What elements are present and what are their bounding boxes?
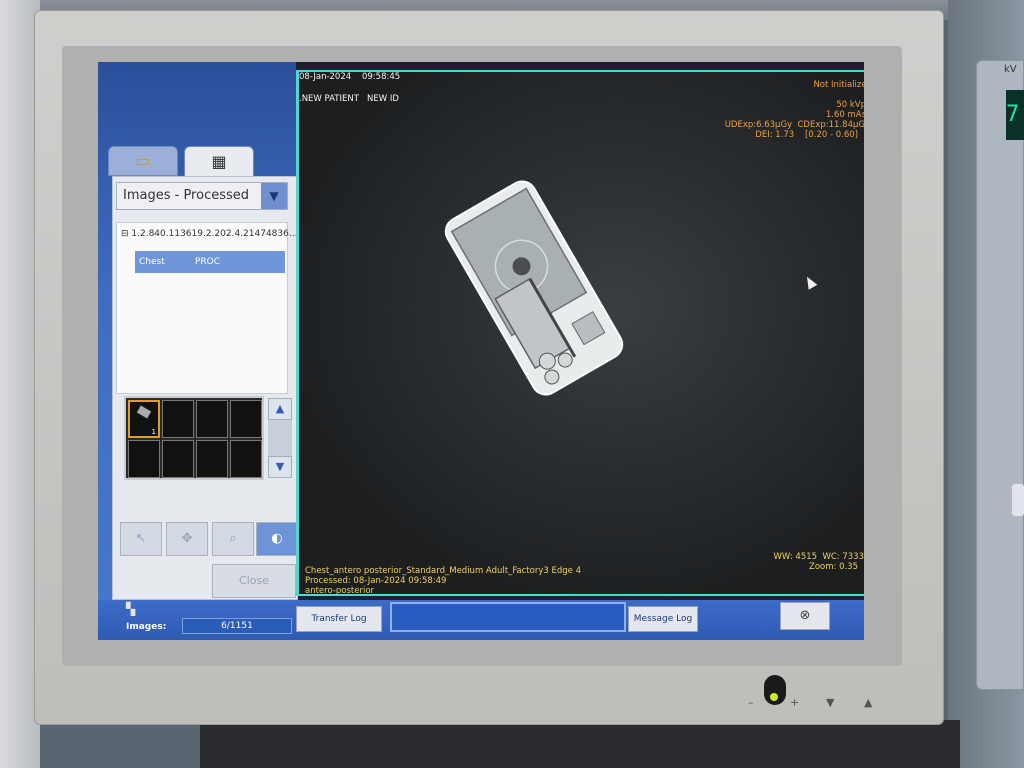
thumbnail-slot[interactable] xyxy=(162,400,194,438)
thumbnail-grid: 1 xyxy=(124,396,264,480)
brightness-down-button[interactable]: – xyxy=(748,696,754,709)
select-tool-button[interactable]: ↖ xyxy=(120,522,162,556)
message-log-button[interactable]: Message Log xyxy=(628,606,698,632)
thumbnail-index: 1 xyxy=(151,428,156,436)
thumbnail-1[interactable]: 1 xyxy=(128,400,160,438)
study-tree: ⊟ 1.2.840.113619.2.202.4.21474836... Che… xyxy=(116,222,297,394)
arrow-down-icon: ▼ xyxy=(275,460,285,473)
thumbnail-slot[interactable] xyxy=(128,440,160,478)
images-count-value: 6/1151 xyxy=(182,618,292,634)
status-message-field xyxy=(390,602,626,632)
dei-values: DEI: 1.73 [0.20 - 0.60] xyxy=(755,130,858,141)
detector-status: Not Initialized xyxy=(813,80,864,90)
scroll-down-button[interactable]: ▼ xyxy=(268,456,292,478)
xray-image xyxy=(444,180,624,396)
dei-range: [0.20 - 0.60] xyxy=(805,130,858,140)
dropdown-value: Images - Processed xyxy=(123,188,250,203)
equipment-side-box xyxy=(976,60,1024,690)
grid-view-icon: ▦ xyxy=(211,152,227,171)
images-count-label: Images: xyxy=(126,622,167,632)
transfer-log-button[interactable]: Transfer Log xyxy=(296,606,382,632)
thumbnail-image xyxy=(136,405,152,419)
mouse-cursor xyxy=(802,274,818,290)
power-led xyxy=(770,693,778,701)
series-body-part: Chest xyxy=(139,257,165,267)
scroll-up-button[interactable]: ▲ xyxy=(268,398,292,420)
exam-date-time: 08-Jan-2024 09:58:45 xyxy=(299,72,400,83)
study-node[interactable]: ⊟ 1.2.840.113619.2.202.4.21474836... xyxy=(121,229,297,239)
exam-date: 08-Jan-2024 xyxy=(299,72,352,82)
menu-up-button[interactable]: ▲ xyxy=(864,696,872,709)
app-icon: ▚ xyxy=(126,602,136,616)
udexp-value: UDExp:6.63µGy xyxy=(724,120,793,130)
pan-tool-button[interactable]: ✥ xyxy=(166,522,208,556)
cdexp-value: CDExp:11.84µGy xyxy=(797,120,865,130)
film-strip-icon: ▭ xyxy=(135,151,151,170)
dei-value: DEI: 1.73 xyxy=(755,130,795,140)
arrow-up-icon: ▲ xyxy=(275,402,285,415)
left-panel: ▭ ▦ Images - Processed ▼ ⊟ 1.2.840.11361… xyxy=(98,62,298,640)
equipment-knob xyxy=(1012,484,1024,516)
tab-images[interactable]: ▭ xyxy=(108,146,178,176)
brightness-up-button[interactable]: + xyxy=(790,696,799,709)
magnify-icon: ⌕ xyxy=(229,531,237,546)
contrast-tool-button[interactable]: ◐ xyxy=(256,522,298,556)
desk-surface xyxy=(200,720,960,768)
series-type: PROC xyxy=(195,257,221,267)
patient-name: .NEW PATIENT xyxy=(299,94,359,104)
image-toolbar: ↖ ✥ ⌕ ◐ xyxy=(120,522,298,556)
tab-grid-view[interactable]: ▦ xyxy=(184,146,254,178)
window-center: WC: 7333 xyxy=(822,552,864,562)
view-label: antero-posterior xyxy=(305,586,375,596)
menu-down-button[interactable]: ▼ xyxy=(826,696,834,709)
contrast-icon: ◐ xyxy=(271,531,283,546)
thumbnail-slot[interactable] xyxy=(230,400,262,438)
patient-info: .NEW PATIENT NEW ID xyxy=(299,94,399,105)
study-id: 1.2.840.113619.2.202.4.21474836... xyxy=(131,229,298,239)
patient-id: NEW ID xyxy=(367,94,399,104)
thumbnail-slot[interactable] xyxy=(162,440,194,478)
exam-time: 09:58:45 xyxy=(361,72,401,82)
network-status-button[interactable]: ⊗ xyxy=(780,602,830,630)
image-type-dropdown[interactable]: Images - Processed ▼ xyxy=(116,182,288,210)
select-icon: ↖ xyxy=(135,531,147,546)
screen: ▭ ▦ Images - Processed ▼ ⊟ 1.2.840.11361… xyxy=(98,62,864,640)
thumbnail-slot[interactable] xyxy=(196,440,228,478)
zoom-value: Zoom: 0.35 xyxy=(809,562,858,572)
equipment-led-display: 7 xyxy=(1006,90,1024,140)
thumbnail-slot[interactable] xyxy=(196,400,228,438)
disconnected-icon: ⊗ xyxy=(799,608,811,623)
pan-icon: ✥ xyxy=(181,531,193,546)
window-width: WW: 4515 xyxy=(773,552,818,562)
thumbnail-scrollbar[interactable] xyxy=(268,420,292,456)
magnify-tool-button[interactable]: ⌕ xyxy=(212,522,254,556)
equipment-label: kV xyxy=(1004,64,1017,75)
series-row[interactable]: Chest PROC xyxy=(135,251,285,273)
thumbnail-slot[interactable] xyxy=(230,440,262,478)
close-button[interactable]: Close xyxy=(212,564,296,598)
image-viewer[interactable]: 08-Jan-2024 09:58:45 .NEW PATIENT NEW ID… xyxy=(296,70,864,596)
chevron-down-icon[interactable]: ▼ xyxy=(261,183,287,209)
